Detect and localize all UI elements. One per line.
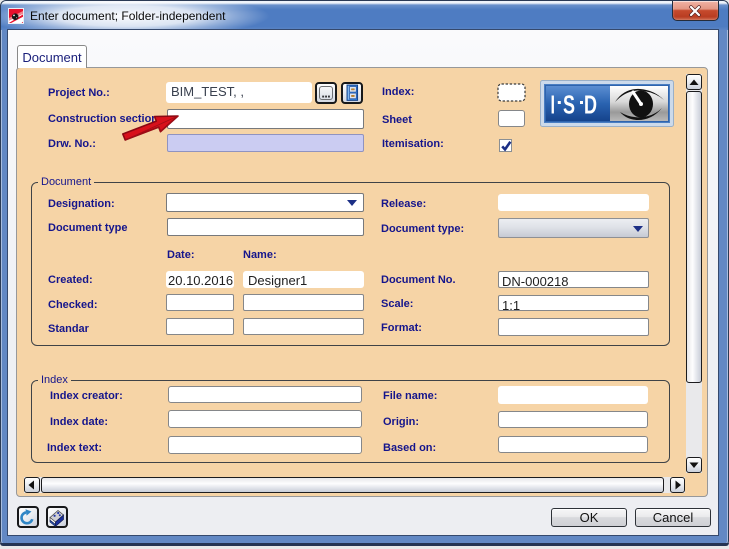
svg-text:I: I xyxy=(551,90,556,120)
svg-text:S: S xyxy=(563,90,575,120)
svg-text:D: D xyxy=(584,90,597,120)
